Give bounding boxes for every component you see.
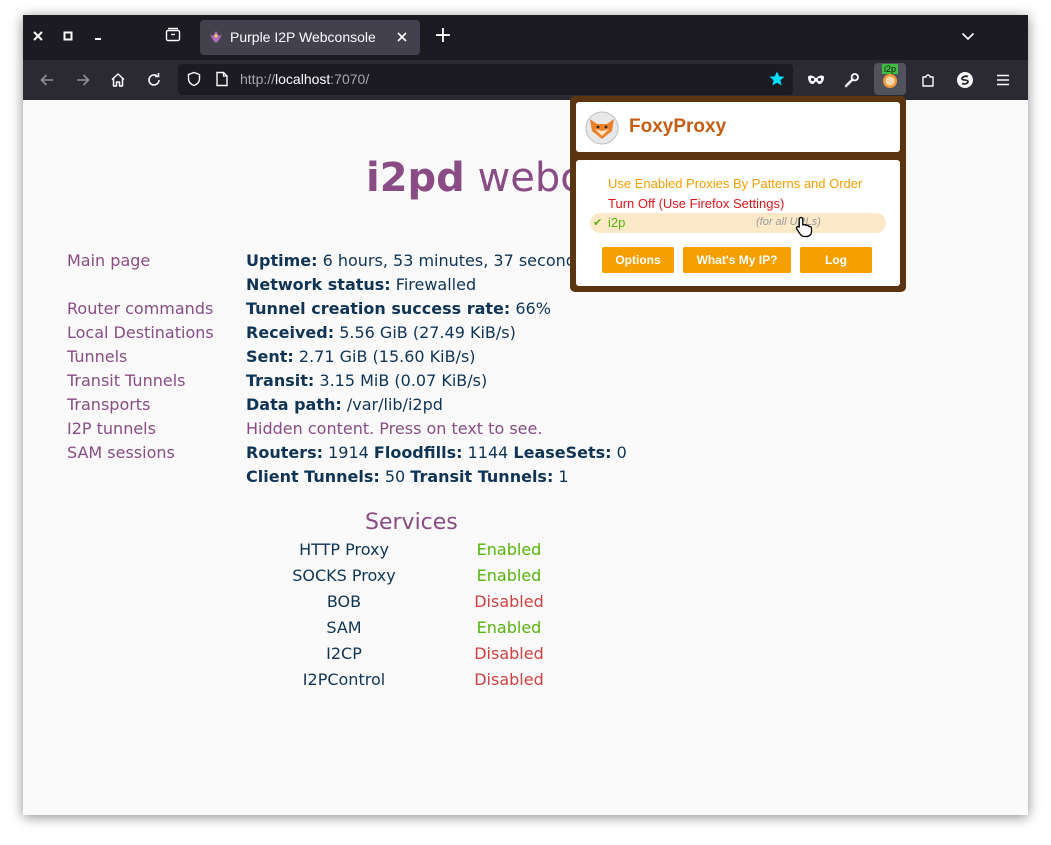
stat-received: Received: 5.56 GiB (27.49 KiB/s) <box>246 323 516 342</box>
foxyproxy-logo-icon <box>585 111 619 145</box>
log-button[interactable]: Log <box>800 247 872 273</box>
home-icon <box>111 73 125 87</box>
service-status-badge: Enabled <box>476 566 542 585</box>
tab-bar: Purple I2P Webconsole + <box>23 15 1028 60</box>
home-button[interactable] <box>105 68 131 92</box>
reload-icon <box>148 73 160 86</box>
wrench-icon <box>844 73 859 88</box>
url-scheme: http:// <box>240 71 276 87</box>
menu-main-page[interactable]: Main page <box>67 251 150 270</box>
stat-tunnels-count: Client Tunnels: 50 Transit Tunnels: 1 <box>246 467 569 486</box>
back-button[interactable] <box>34 68 60 92</box>
reload-button[interactable] <box>141 68 167 92</box>
private-mask-button[interactable] <box>803 68 829 92</box>
browser-window: Purple I2P Webconsole + http://localhost… <box>23 15 1028 815</box>
foxyproxy-extension-button[interactable]: i2p <box>874 63 906 95</box>
tab-purple-i2p[interactable]: Purple I2P Webconsole <box>200 20 420 55</box>
star-icon <box>769 71 785 86</box>
service-name: BOB <box>326 592 362 611</box>
url-text[interactable]: http://localhost:7070/ <box>240 64 369 95</box>
url-host: localhost <box>275 71 331 87</box>
window-maximize-button[interactable] <box>58 27 78 47</box>
tracking-protection-button[interactable] <box>181 67 207 91</box>
arrow-right-icon <box>77 74 90 86</box>
puzzle-icon <box>922 74 934 87</box>
stat-tunnel-rate: Tunnel creation success rate: 66% <box>246 299 551 318</box>
foxyproxy-title: FoxyProxy <box>629 116 727 137</box>
services-heading: Services <box>365 510 458 535</box>
window-close-button[interactable] <box>28 27 48 47</box>
chevron-down-icon <box>961 32 975 41</box>
mode-patterns-option[interactable]: Use Enabled Proxies By Patterns and Orde… <box>608 176 862 191</box>
shield-icon <box>187 71 201 87</box>
menu-tunnels[interactable]: Tunnels <box>67 347 127 366</box>
service-status-badge: Disabled <box>474 670 544 689</box>
stat-data-path: Data path: /var/lib/i2pd <box>246 395 443 414</box>
i2p-badge: i2p <box>882 64 899 74</box>
logo-bold: i2pd <box>366 155 465 201</box>
service-status-badge: Disabled <box>474 592 544 611</box>
menu-sam-sessions[interactable]: SAM sessions <box>67 443 175 462</box>
service-name: HTTP Proxy <box>299 540 389 559</box>
menu-transports[interactable]: Transports <box>67 395 150 414</box>
arrow-left-icon <box>40 74 53 86</box>
page-icon <box>216 71 228 87</box>
menu-i2p-tunnels[interactable]: I2P tunnels <box>67 419 156 438</box>
extensions-button[interactable] <box>915 68 941 92</box>
maximize-icon <box>63 31 73 41</box>
stat-routers: Routers: 1914 Floodfills: 1144 LeaseSets… <box>246 443 627 462</box>
url-bar[interactable]: http://localhost:7070/ <box>178 64 793 95</box>
tools-button[interactable] <box>839 68 865 92</box>
foxyproxy-body: Use Enabled Proxies By Patterns and Orde… <box>576 160 900 286</box>
foxyproxy-header: FoxyProxy <box>576 102 900 152</box>
mouse-pointer-hand-icon <box>795 216 813 238</box>
sync-account-icon <box>957 72 973 88</box>
mode-off-option[interactable]: Turn Off (Use Firefox Settings) <box>608 196 784 211</box>
service-status-badge: Disabled <box>474 644 544 663</box>
account-button[interactable] <box>952 68 978 92</box>
tab-tray-icon <box>165 27 181 42</box>
i2pd-favicon-icon <box>210 31 222 43</box>
stat-network-status: Network status: Firewalled <box>246 275 477 294</box>
service-name: I2CP <box>326 644 362 663</box>
hamburger-menu-icon <box>997 74 1009 86</box>
forward-button[interactable] <box>70 68 96 92</box>
stat-sent: Sent: 2.71 GiB (15.60 KiB/s) <box>246 347 476 366</box>
service-status-badge: Enabled <box>476 618 542 637</box>
proxy-item-i2p[interactable]: ✔ i2p (for all URLs) <box>590 213 886 233</box>
stat-transit: Transit: 3.15 MiB (0.07 KiB/s) <box>246 371 488 390</box>
menu-local-destinations[interactable]: Local Destinations <box>67 323 214 342</box>
service-status-badge: Enabled <box>476 540 542 559</box>
navigation-toolbar: http://localhost:7070/ i2p <box>23 60 1028 100</box>
tab-close-button[interactable] <box>392 27 412 47</box>
minimize-icon <box>95 38 101 40</box>
close-icon <box>397 32 407 42</box>
url-rest: :7070/ <box>330 71 370 87</box>
tab-list-button[interactable] <box>163 27 183 47</box>
hidden-content-toggle[interactable]: Hidden content. Press on text to see. <box>246 419 542 438</box>
bookmark-star-button[interactable] <box>764 67 790 91</box>
service-name: SOCKS Proxy <box>292 566 396 585</box>
app-menu-button[interactable] <box>990 68 1016 92</box>
stat-uptime: Uptime: 6 hours, 53 minutes, 37 seconds <box>246 251 585 270</box>
menu-router-commands[interactable]: Router commands <box>67 299 213 318</box>
options-button[interactable]: Options <box>602 247 674 273</box>
list-all-tabs-button[interactable] <box>958 27 978 47</box>
mask-icon <box>808 75 824 84</box>
tab-title: Purple I2P Webconsole <box>230 29 376 45</box>
new-tab-button[interactable]: + <box>433 25 453 47</box>
service-name: SAM <box>326 618 362 637</box>
proxy-name: i2p <box>608 215 626 230</box>
check-icon: ✔ <box>593 216 603 229</box>
menu-transit-tunnels[interactable]: Transit Tunnels <box>67 371 185 390</box>
whats-my-ip-button[interactable]: What's My IP? <box>683 247 791 273</box>
foxyproxy-popup: FoxyProxy Use Enabled Proxies By Pattern… <box>570 96 906 292</box>
window-minimize-button[interactable] <box>88 27 108 47</box>
service-name: I2PControl <box>302 670 386 689</box>
close-icon <box>33 31 43 41</box>
page-info-button[interactable] <box>209 67 235 91</box>
